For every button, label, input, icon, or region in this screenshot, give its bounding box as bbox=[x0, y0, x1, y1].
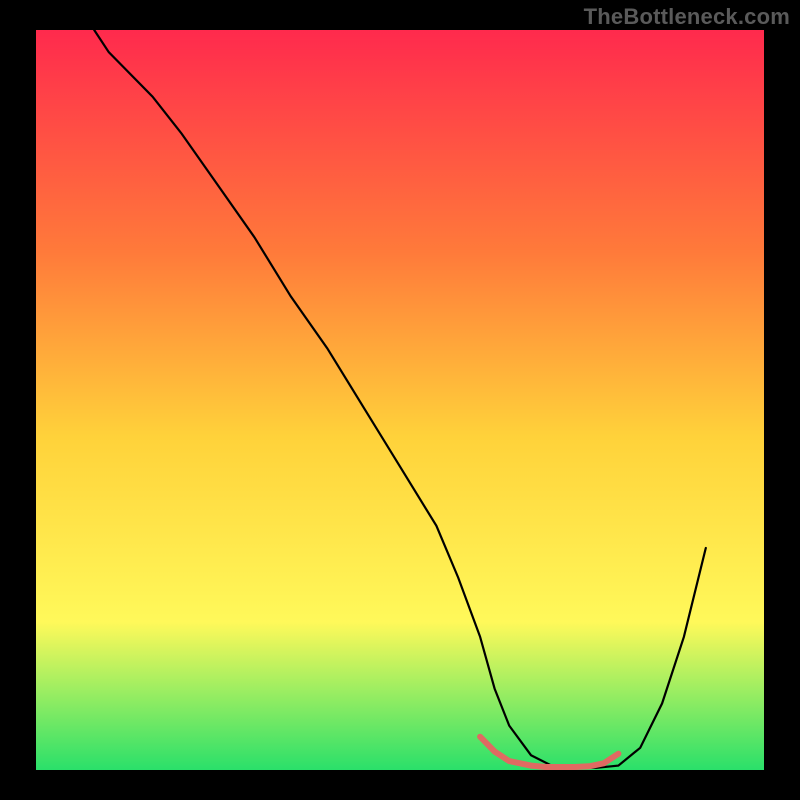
chart-frame: TheBottleneck.com bbox=[0, 0, 800, 800]
plot-background bbox=[36, 30, 764, 770]
watermark-label: TheBottleneck.com bbox=[584, 4, 790, 30]
bottleneck-chart bbox=[0, 0, 800, 800]
